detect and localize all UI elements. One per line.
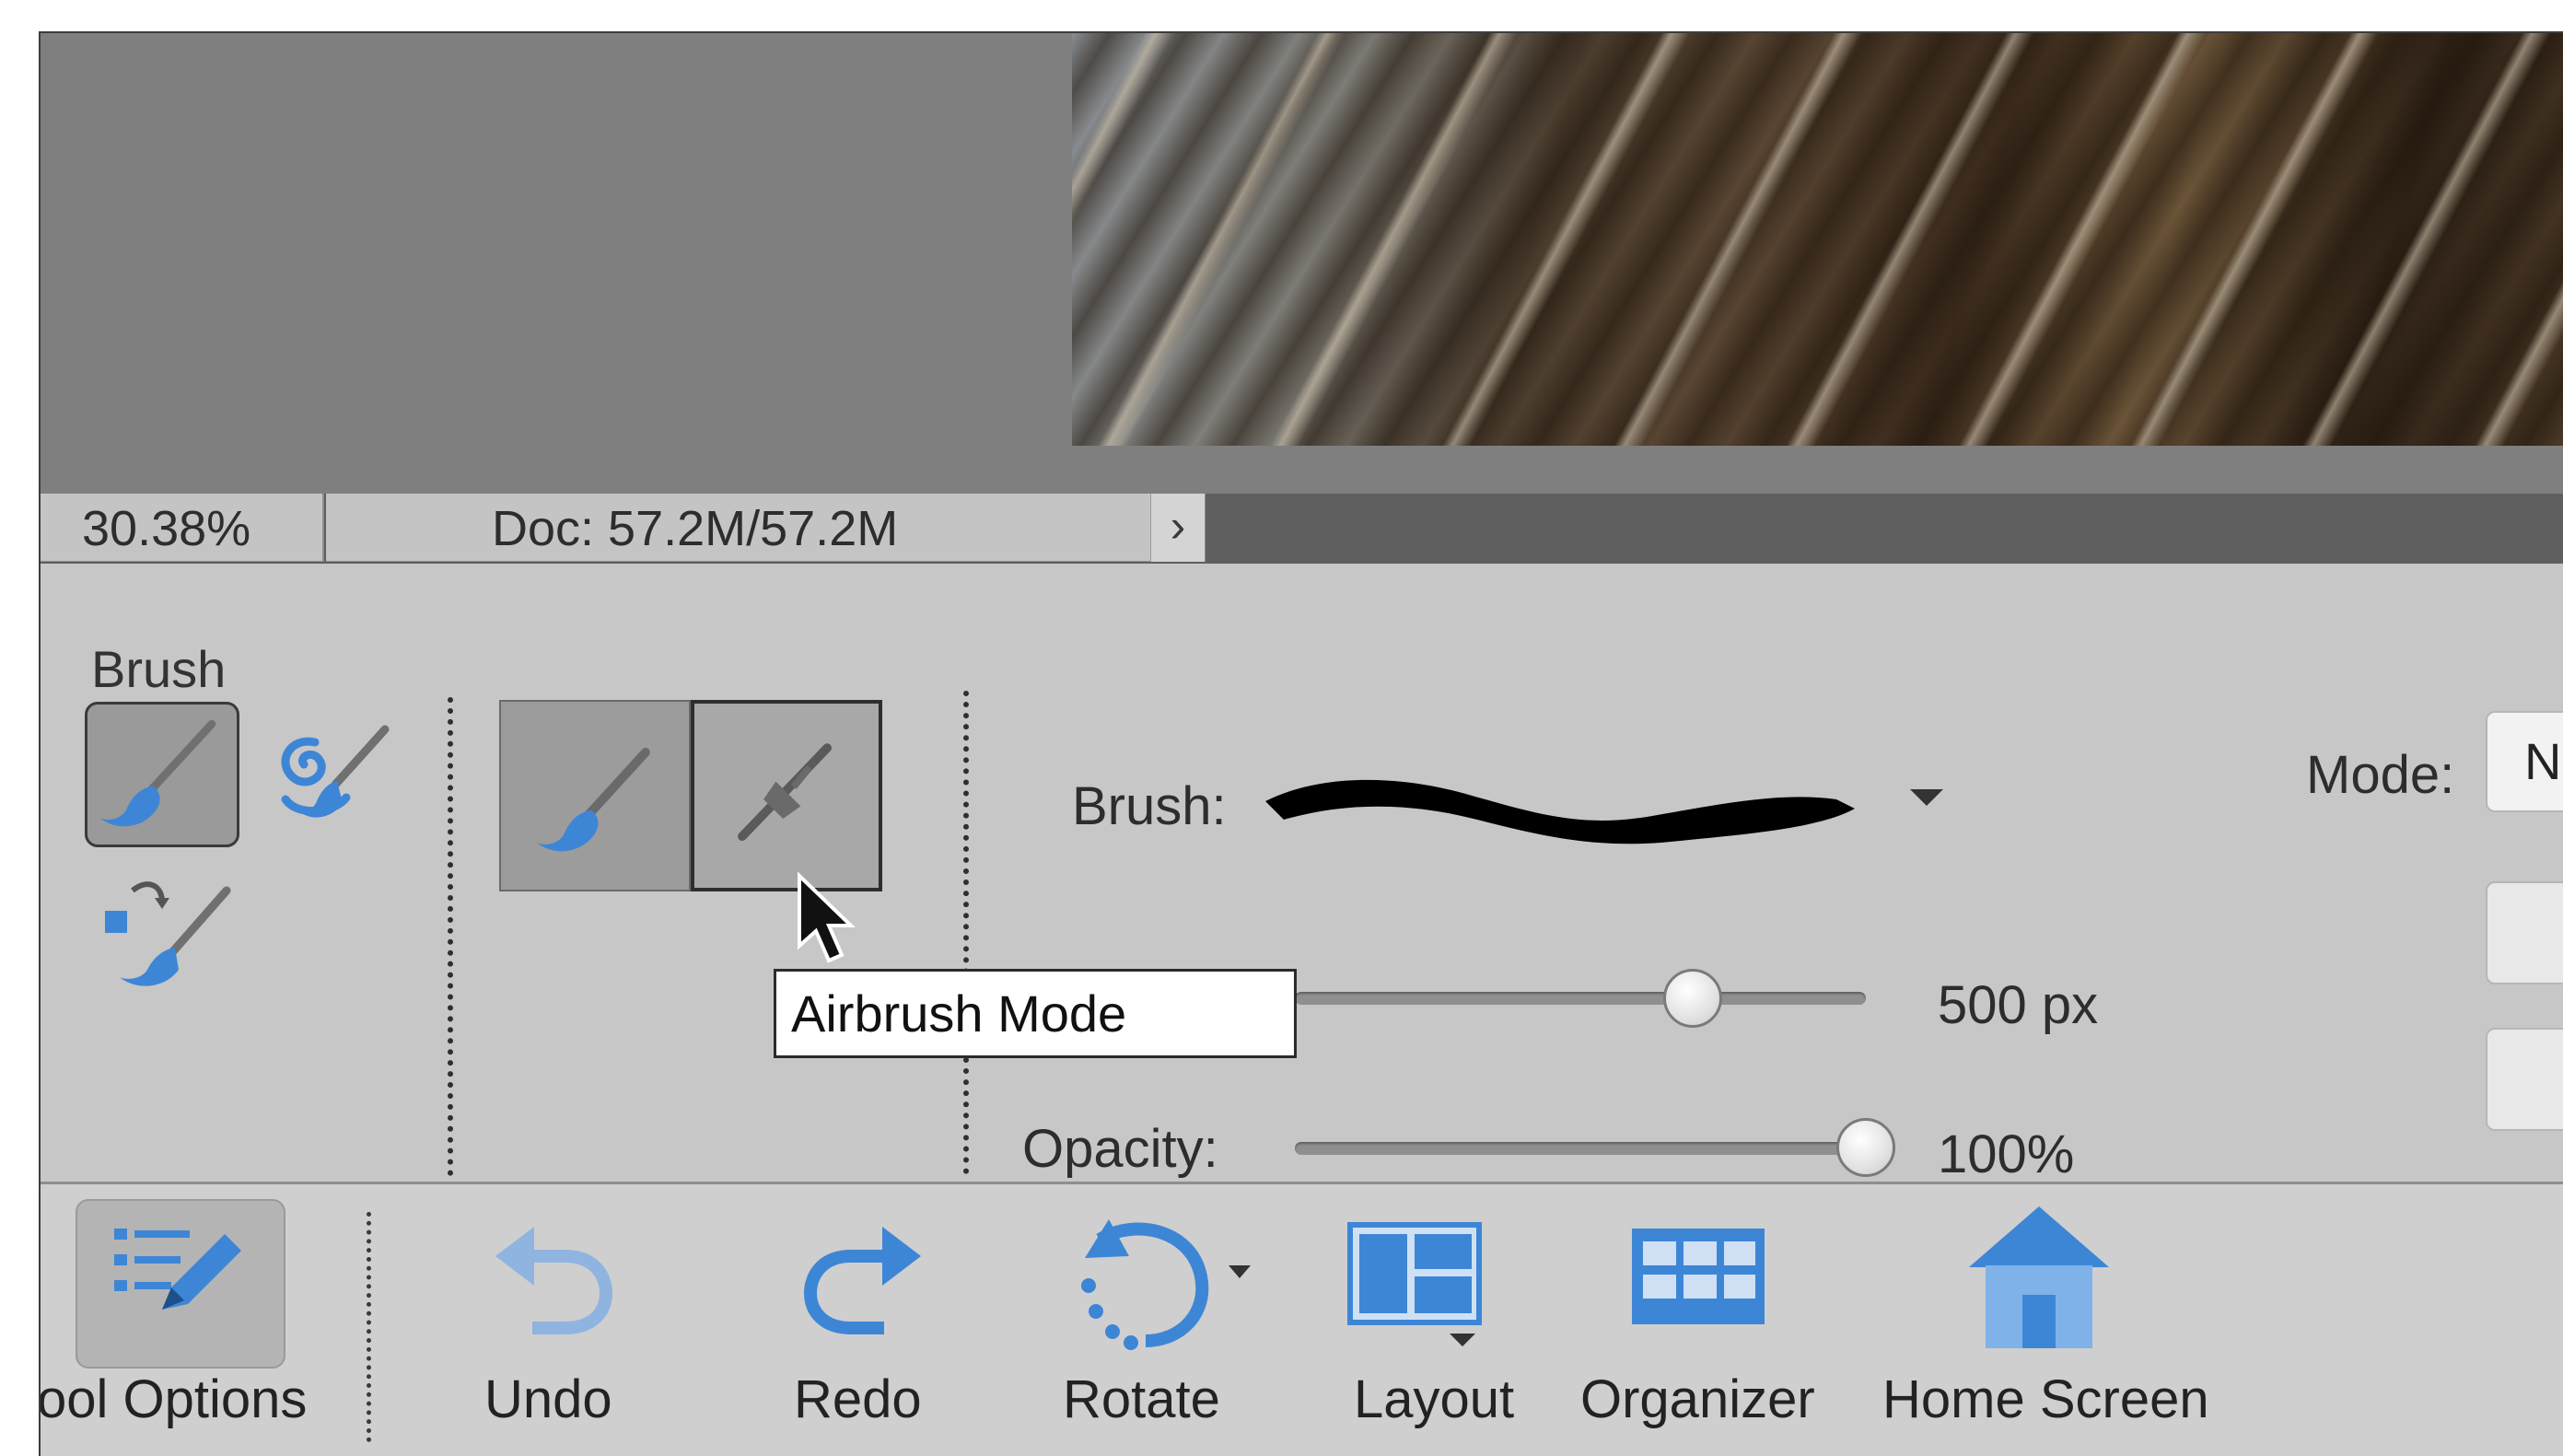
redo-icon (803, 1227, 921, 1334)
doc-size-text: Doc: 57.2M/57.2M (492, 501, 899, 556)
redo-button[interactable]: Redo (740, 1184, 925, 1456)
tool-options-panel: Brush Brush: 500 px Opacity: 100% Mode: … (41, 564, 2563, 1184)
task-bar: ool Options Undo Redo Rotate Layout Orga… (41, 1184, 2563, 1456)
color-replace-icon (105, 881, 231, 986)
undo-label: Undo (484, 1369, 612, 1429)
layout-icon (1347, 1222, 1482, 1346)
opacity-value: 100% (1938, 1124, 2075, 1184)
mode-label: Mode: (2306, 745, 2455, 805)
photoshop-elements-window: 30.38% Doc: 57.2M/57.2M › Brush Brush: 5… (39, 31, 2563, 1456)
airbrush-mode-button[interactable] (691, 700, 882, 891)
rotate-label: Rotate (1063, 1369, 1220, 1429)
status-menu-arrow[interactable]: › (1150, 494, 1205, 562)
home-screen-label: Home Screen (1882, 1369, 2209, 1429)
brush-preview[interactable] (1247, 755, 1892, 856)
brush-group-label: Brush (91, 640, 227, 698)
home-icon (1969, 1206, 2109, 1348)
blend-mode-select[interactable]: N (2486, 711, 2563, 812)
paintbrush-icon (537, 748, 650, 852)
options-divider-1 (448, 697, 453, 1176)
airbrush-mode-tooltip: Airbrush Mode (774, 969, 1297, 1058)
options-divider-2 (963, 691, 969, 1174)
zoom-level[interactable]: 30.38% (41, 494, 324, 562)
brush-label: Brush: (1072, 776, 1227, 836)
opacity-label: Opacity: (1022, 1119, 1218, 1179)
mouse-cursor-icon (798, 872, 856, 963)
tool-options-label: ool Options (39, 1369, 308, 1429)
impressionist-brush-tool-button[interactable] (262, 709, 400, 838)
redo-label: Redo (794, 1369, 922, 1429)
rotate-button[interactable]: Rotate (1017, 1184, 1256, 1456)
brush-tool-button[interactable] (85, 702, 239, 847)
paintbrush-icon (99, 719, 216, 827)
size-value: 500 px (1938, 975, 2099, 1035)
layout-button[interactable]: Layout (1311, 1184, 1532, 1456)
undo-icon (495, 1227, 613, 1334)
undo-button[interactable]: Undo (446, 1184, 630, 1456)
photo-canvas[interactable] (1072, 33, 2563, 446)
canvas-area[interactable] (41, 33, 2563, 494)
status-bar: 30.38% Doc: 57.2M/57.2M › (41, 494, 2563, 564)
task-bar-divider (367, 1212, 371, 1442)
tool-options-icon (114, 1229, 241, 1310)
swirl-brush-icon (281, 725, 390, 818)
rotate-icon (1081, 1219, 1251, 1350)
layout-label: Layout (1354, 1369, 1515, 1429)
brush-settings-button[interactable] (2486, 1028, 2563, 1131)
airbrush-icon (738, 743, 833, 842)
organizer-button[interactable]: Organizer (1560, 1184, 1864, 1456)
tablet-settings-button[interactable] (2486, 881, 2563, 984)
home-screen-button[interactable]: Home Screen (1846, 1184, 2251, 1456)
size-slider-track[interactable] (1295, 992, 1866, 1005)
size-slider-thumb[interactable] (1663, 969, 1722, 1028)
tool-options-button[interactable]: ool Options (41, 1184, 354, 1456)
organizer-icon (1632, 1229, 1765, 1324)
brush-picker-dropdown-arrow[interactable] (1910, 789, 1943, 806)
normal-brush-mode-button[interactable] (499, 700, 691, 891)
color-replacement-tool-button[interactable] (96, 863, 243, 1001)
opacity-slider-track[interactable] (1295, 1142, 1866, 1155)
document-size-info: Doc: 57.2M/57.2M › (326, 494, 1206, 562)
organizer-label: Organizer (1580, 1369, 1815, 1429)
opacity-slider-thumb[interactable] (1836, 1118, 1895, 1177)
